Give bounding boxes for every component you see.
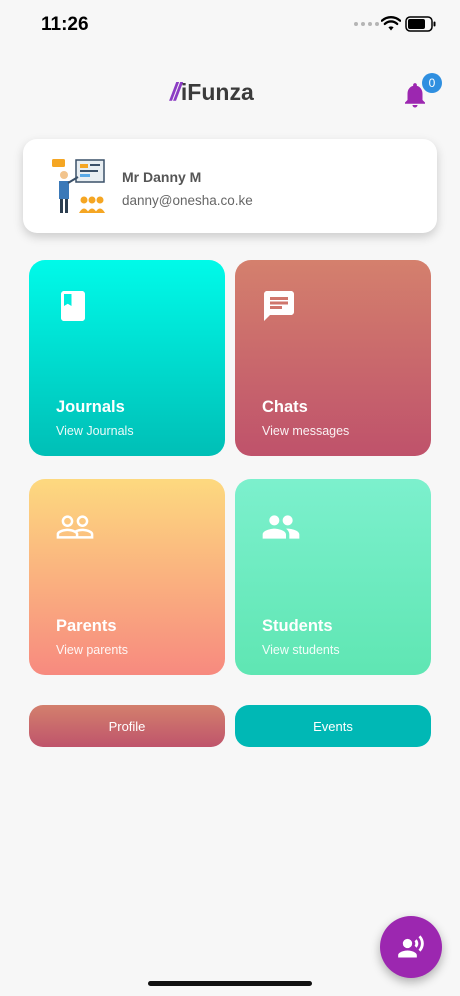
people-icon xyxy=(262,515,300,539)
profile-name: Mr Danny M xyxy=(122,169,202,185)
chats-title: Chats xyxy=(262,398,308,416)
journals-title: Journals xyxy=(56,398,125,416)
journals-tile[interactable]: Journals View Journals xyxy=(29,260,225,456)
home-indicator xyxy=(148,981,312,986)
students-title: Students xyxy=(262,617,333,635)
status-bar: 11:26 xyxy=(0,0,460,50)
logo-slash: // xyxy=(170,78,181,106)
chats-subtitle: View messages xyxy=(262,424,350,438)
students-tile[interactable]: Students View students xyxy=(235,479,431,675)
voice-fab-button[interactable] xyxy=(380,916,442,978)
app-logo: // iFunza xyxy=(170,78,254,107)
chat-icon xyxy=(264,291,294,321)
battery-icon xyxy=(405,16,436,32)
profile-card[interactable]: Mr Danny M danny@onesha.co.ke xyxy=(23,139,437,233)
signal-icon xyxy=(354,22,379,26)
voice-person-icon xyxy=(398,935,424,958)
parents-subtitle: View parents xyxy=(56,643,129,657)
parents-title: Parents xyxy=(56,617,117,635)
parents-tile[interactable]: Parents View parents xyxy=(29,479,225,675)
logo-text: iFunza xyxy=(180,79,254,105)
teacher-avatar-icon xyxy=(52,159,105,213)
status-time: 11:26 xyxy=(41,14,89,35)
profile-email: danny@onesha.co.ke xyxy=(122,193,253,208)
students-subtitle: View students xyxy=(262,643,340,657)
profile-button[interactable]: Profile xyxy=(29,705,225,747)
chats-tile[interactable]: Chats View messages xyxy=(235,260,431,456)
book-icon xyxy=(61,291,85,321)
people-outline-icon xyxy=(56,515,94,539)
events-button[interactable]: Events xyxy=(235,705,431,747)
journals-subtitle: View Journals xyxy=(56,424,134,438)
notification-badge: 0 xyxy=(422,73,442,93)
wifi-icon xyxy=(381,16,401,31)
